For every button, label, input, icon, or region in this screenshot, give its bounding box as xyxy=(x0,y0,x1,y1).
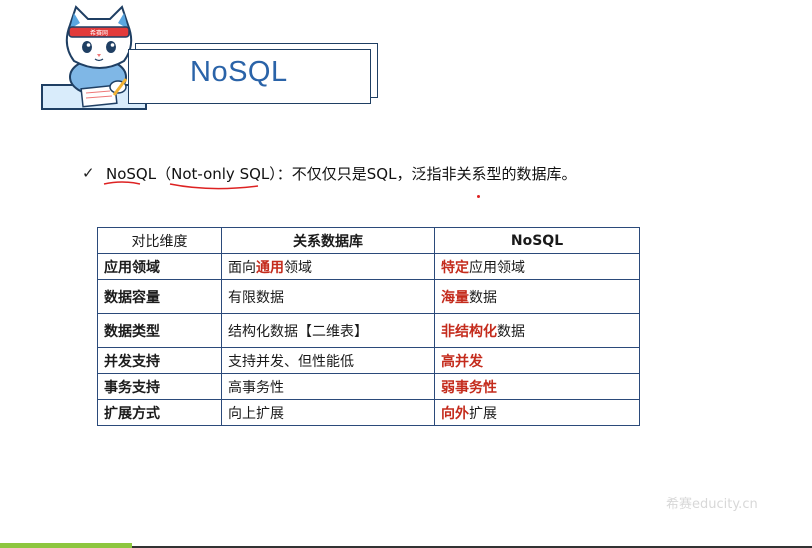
header-relational: 关系数据库 xyxy=(221,227,435,254)
table-row: 并发支持 支持并发、但性能低 高并发 xyxy=(97,347,640,374)
highlight-text: 特定 xyxy=(441,259,469,276)
cell-text: 数据 xyxy=(497,323,525,340)
handwritten-underline xyxy=(103,181,259,190)
cell-nosql: 特定应用领域 xyxy=(434,253,640,280)
cell-relational: 支持并发、但性能低 xyxy=(221,347,435,374)
cell-text: 领域 xyxy=(284,259,312,276)
highlight-text: 弱事务性 xyxy=(441,379,497,396)
cell-relational: 高事务性 xyxy=(221,373,435,400)
cell-relational: 面向通用领域 xyxy=(221,253,435,280)
cell-dimension: 应用领域 xyxy=(97,253,222,280)
table-row: 事务支持 高事务性 弱事务性 xyxy=(97,373,640,400)
cell-nosql: 弱事务性 xyxy=(434,373,640,400)
table-row: 扩展方式 向上扩展 向外扩展 xyxy=(97,399,640,426)
table-row: 数据类型 结构化数据【二维表】 非结构化数据 xyxy=(97,313,640,348)
highlight-text: 通用 xyxy=(256,259,284,276)
cell-text: 应用领域 xyxy=(469,259,525,276)
svg-text:希赛网: 希赛网 xyxy=(90,29,108,37)
table-header-row: 对比维度 关系数据库 NoSQL xyxy=(97,227,640,254)
cell-relational: 向上扩展 xyxy=(221,399,435,426)
cell-dimension: 数据容量 xyxy=(97,279,222,314)
cell-dimension: 事务支持 xyxy=(97,373,222,400)
cell-text: 结构化数据【二维表】 xyxy=(228,323,368,340)
highlight-text: 海量 xyxy=(441,289,469,306)
cell-nosql: 向外扩展 xyxy=(434,399,640,426)
cell-nosql: 非结构化数据 xyxy=(434,313,640,348)
footer-accent-bar xyxy=(0,543,132,548)
highlight-text: 非结构化 xyxy=(441,323,497,340)
cell-nosql: 海量数据 xyxy=(434,279,640,314)
cell-text: 向上扩展 xyxy=(228,405,284,422)
highlight-text: 高并发 xyxy=(441,353,483,370)
cell-relational: 有限数据 xyxy=(221,279,435,314)
cell-text: 高事务性 xyxy=(228,379,284,396)
highlight-text: 向外 xyxy=(441,405,469,422)
table-row: 数据容量 有限数据 海量数据 xyxy=(97,279,640,314)
comparison-table: 对比维度 关系数据库 NoSQL 应用领域 面向通用领域 特定应用领域 数据容量 有限数… xyxy=(97,227,640,426)
cell-text: 数据 xyxy=(469,289,497,306)
header-dimension: 对比维度 xyxy=(97,227,222,254)
page-title: NoSQL xyxy=(190,56,288,88)
cell-text: 支持并发、但性能低 xyxy=(228,353,354,370)
definition-rest: ：不仅仅只是SQL，泛指非关系型的数据库。 xyxy=(276,165,577,183)
table-row: 应用领域 面向通用领域 特定应用领域 xyxy=(97,253,640,280)
cell-text: 有限数据 xyxy=(228,289,284,306)
cell-relational: 结构化数据【二维表】 xyxy=(221,313,435,348)
annotation-dot xyxy=(477,195,480,198)
cell-nosql: 高并发 xyxy=(434,347,640,374)
cell-dimension: 扩展方式 xyxy=(97,399,222,426)
cell-text: 扩展 xyxy=(469,405,497,422)
cell-text: 面向 xyxy=(228,259,256,276)
watermark: 希赛educity.cn xyxy=(666,497,758,512)
check-icon: ✓ xyxy=(82,164,95,182)
cell-dimension: 并发支持 xyxy=(97,347,222,374)
cell-dimension: 数据类型 xyxy=(97,313,222,348)
header-nosql: NoSQL xyxy=(434,227,640,254)
